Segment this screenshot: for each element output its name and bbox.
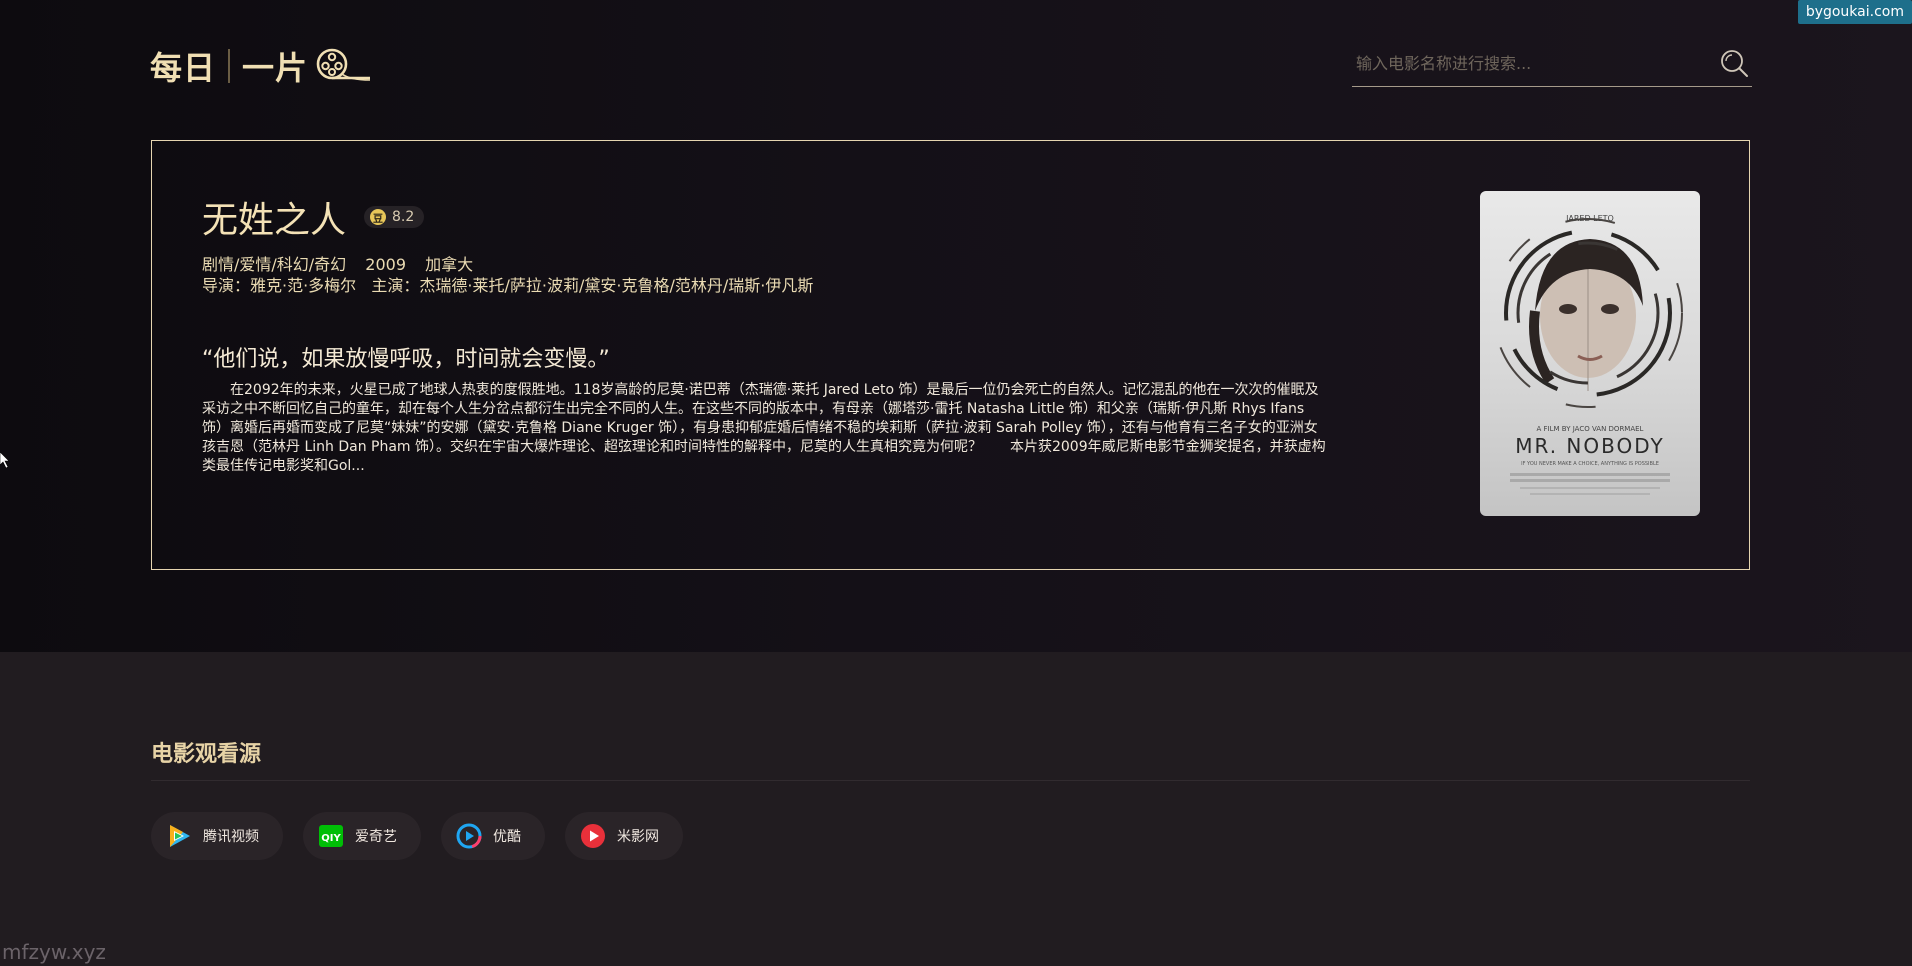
sources-divider xyxy=(151,780,1750,781)
film-reel-icon xyxy=(316,46,372,86)
poster-title: MR. NOBODY xyxy=(1515,434,1665,458)
watch-sources-section: 电影观看源 腾讯视频 QIY 爱奇艺 优酷 米影网 xyxy=(0,652,1912,966)
movie-year: 2009 xyxy=(365,255,406,274)
hero-section: 每日 一片 输入电影名称进行搜索... 无姓之人 豆 8.2 剧情/爱情/科幻/… xyxy=(0,0,1912,652)
tencent-video-icon xyxy=(165,822,193,850)
rating-value: 8.2 xyxy=(392,209,415,225)
search-bar xyxy=(1352,40,1752,87)
logo-text-one: 一片 xyxy=(242,49,309,87)
mouse-cursor-icon xyxy=(0,451,10,472)
source-button-miying[interactable]: 米影网 xyxy=(565,812,683,860)
poster-credit: JARED LETO xyxy=(1565,214,1614,223)
iqiyi-icon: QIY xyxy=(317,822,345,850)
watermark-bottom-left: mfzyw.xyz xyxy=(2,940,106,964)
site-logo[interactable]: 每日 一片 xyxy=(150,44,372,88)
movie-quote: “他们说，如果放慢呼吸，时间就会变慢。” xyxy=(202,347,610,372)
movie-poster[interactable]: JARED LETO A FILM BY JACO VAN DORMAEL MR… xyxy=(1480,191,1700,516)
youku-icon xyxy=(455,822,483,850)
source-button-tencent[interactable]: 腾讯视频 xyxy=(151,812,283,860)
source-button-youku[interactable]: 优酷 xyxy=(441,812,545,860)
poster-film-by: A FILM BY JACO VAN DORMAEL xyxy=(1537,425,1644,433)
source-label-youku: 优酷 xyxy=(493,829,521,845)
douban-icon: 豆 xyxy=(370,209,387,225)
movie-card: 无姓之人 豆 8.2 剧情/爱情/科幻/奇幻 2009 加拿大 导演：雅克·范·… xyxy=(151,140,1750,570)
miying-icon xyxy=(579,822,607,850)
source-label-miying: 米影网 xyxy=(617,829,659,845)
movie-meta: 剧情/爱情/科幻/奇幻 2009 加拿大 导演：雅克·范·多梅尔 主演：杰瑞德·… xyxy=(202,254,813,296)
watermark-top-right: bygoukai.com xyxy=(1797,0,1912,24)
logo-text-daily: 每日 xyxy=(150,49,217,87)
search-input[interactable] xyxy=(1352,53,1716,73)
douban-rating-badge: 豆 8.2 xyxy=(364,206,425,228)
logo-separator xyxy=(228,49,231,83)
source-label-iqiyi: 爱奇艺 xyxy=(355,829,397,845)
movie-credits: 导演：雅克·范·多梅尔 主演：杰瑞德·莱托/萨拉·波莉/黛安·克鲁格/范林丹/瑞… xyxy=(202,276,814,295)
sources-title: 电影观看源 xyxy=(151,742,262,767)
title-row: 无姓之人 豆 8.2 xyxy=(202,191,425,243)
source-label-tencent: 腾讯视频 xyxy=(203,829,259,845)
page: 每日 一片 输入电影名称进行搜索... 无姓之人 豆 8.2 剧情/爱情/科幻/… xyxy=(0,0,1912,966)
movie-title: 无姓之人 xyxy=(202,200,347,241)
search-icon[interactable] xyxy=(1716,45,1752,81)
movie-country: 加拿大 xyxy=(425,255,474,274)
source-button-iqiyi[interactable]: QIY 爱奇艺 xyxy=(303,812,421,860)
svg-text:QIY: QIY xyxy=(321,833,341,844)
poster-tagline: IF YOU NEVER MAKE A CHOICE, ANYTHING IS … xyxy=(1521,461,1659,467)
movie-genres: 剧情/爱情/科幻/奇幻 xyxy=(202,255,347,274)
movie-description: 在2092年的未来，火星已成了地球人热衷的度假胜地。118岁高龄的尼莫·诺巴蒂（… xyxy=(202,382,1326,474)
sources-list: 腾讯视频 QIY 爱奇艺 优酷 米影网 xyxy=(151,812,683,860)
